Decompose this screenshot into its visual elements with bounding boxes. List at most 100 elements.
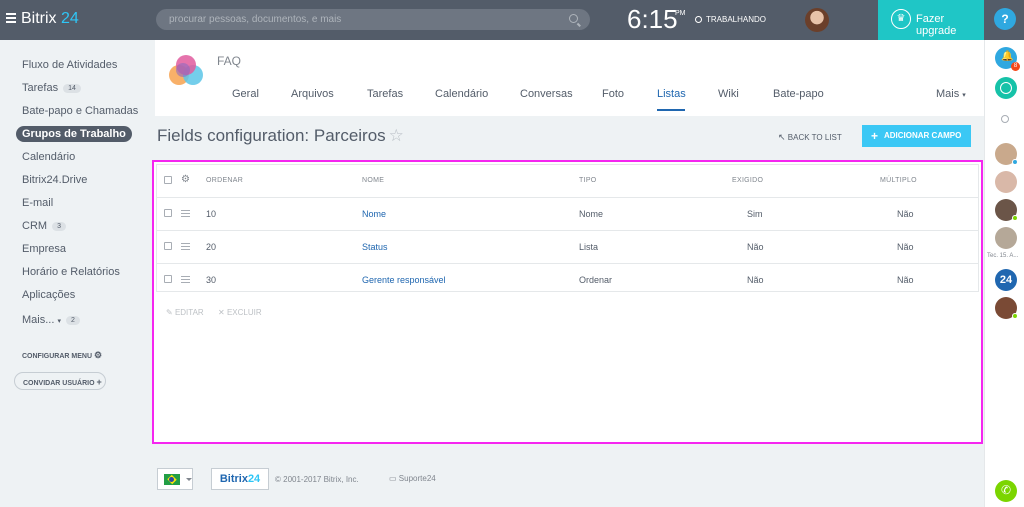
cell-name-link[interactable]: Gerente responsável bbox=[362, 275, 446, 285]
work-status-label: TRABALHANDO bbox=[706, 15, 767, 24]
footer-logo-name: Bitrix bbox=[219, 473, 248, 485]
group-name[interactable]: FAQ bbox=[217, 54, 241, 68]
star-icon[interactable]: ☆ bbox=[389, 126, 404, 145]
table-row[interactable]: 30 Gerente responsável Ordenar Não Não bbox=[157, 264, 978, 297]
tab-photo[interactable]: Foto bbox=[602, 88, 624, 100]
tab-wiki[interactable]: Wiki bbox=[718, 88, 739, 100]
phone-icon[interactable]: ✆ bbox=[995, 480, 1017, 502]
search-input[interactable]: procurar pessoas, documentos, e mais bbox=[156, 9, 590, 30]
help-button[interactable]: ? bbox=[994, 8, 1016, 30]
notifications-bell-icon[interactable]: 🔔 8 bbox=[995, 47, 1020, 71]
group-logo-icon[interactable] bbox=[167, 53, 205, 89]
nav-item-chat[interactable]: Bate-papo e Chamadas bbox=[22, 105, 138, 117]
drag-handle-icon[interactable] bbox=[181, 243, 190, 252]
nav-label: Calendário bbox=[22, 151, 76, 163]
work-status[interactable]: TRABALHANDO bbox=[695, 15, 766, 24]
clock[interactable]: 6:15 bbox=[627, 4, 678, 35]
tab-chat[interactable]: Bate-papo bbox=[773, 88, 824, 100]
online-dot bbox=[1012, 215, 1018, 221]
cell-type: Lista bbox=[579, 242, 599, 252]
tab-files[interactable]: Arquivos bbox=[291, 88, 334, 100]
top-bar: Bitrix 24 procurar pessoas, documentos, … bbox=[0, 0, 1024, 40]
tab-more[interactable]: Mais ▾ bbox=[936, 88, 966, 100]
nav-item-workgroups[interactable]: Grupos de Trabalho bbox=[16, 126, 132, 142]
nav-item-calendar[interactable]: Calendário bbox=[22, 151, 75, 163]
tab-tasks[interactable]: Tarefas bbox=[367, 88, 403, 100]
brazil-flag-icon bbox=[164, 474, 180, 485]
bitrix24-bot-icon[interactable]: 24 bbox=[995, 269, 1017, 291]
contact-avatar[interactable] bbox=[995, 143, 1018, 165]
nav-item-applications[interactable]: Aplicações bbox=[22, 289, 75, 301]
nav-label: Mais... bbox=[22, 314, 55, 326]
nav-item-company[interactable]: Empresa bbox=[22, 243, 66, 255]
search-icon[interactable] bbox=[995, 110, 1017, 132]
user-avatar[interactable] bbox=[805, 8, 829, 32]
nav-item-activity-stream[interactable]: Fluxo de Atividades bbox=[22, 59, 117, 71]
contact-avatar[interactable] bbox=[995, 297, 1018, 319]
cell-order: 10 bbox=[206, 209, 217, 219]
pencil-icon: ✎ bbox=[166, 308, 173, 317]
tab-lists[interactable]: Listas bbox=[657, 88, 686, 100]
gear-icon: ⚙ bbox=[93, 350, 103, 360]
edit-button[interactable]: ✎ EDITAR bbox=[166, 308, 204, 317]
messenger-icon[interactable] bbox=[995, 77, 1017, 99]
row-checkbox[interactable] bbox=[164, 275, 172, 283]
chat-icon: ▭ bbox=[389, 474, 397, 483]
row-checkbox[interactable] bbox=[164, 242, 172, 250]
configure-menu-button[interactable]: CONFIGURAR MENU ⚙ bbox=[22, 350, 102, 361]
invite-users-button[interactable]: CONVIDAR USUÁRIO + bbox=[14, 372, 106, 390]
column-header-type[interactable]: TIPO bbox=[579, 177, 597, 184]
tab-conversations[interactable]: Conversas bbox=[520, 88, 573, 100]
cell-multiple: Não bbox=[897, 242, 914, 252]
delete-label: EXCLUIR bbox=[226, 308, 262, 317]
nav-label: Bitrix24.Drive bbox=[22, 174, 88, 186]
cell-required: Sim bbox=[747, 209, 763, 219]
delete-button[interactable]: ✕ EXCLUIR bbox=[218, 308, 262, 317]
online-dot bbox=[1012, 313, 1018, 319]
support-link[interactable]: ▭ Suporte24 bbox=[389, 474, 436, 483]
footer-bitrix-logo[interactable]: Bitrix24 bbox=[211, 468, 269, 490]
drag-handle-icon[interactable] bbox=[181, 210, 190, 219]
drag-handle-icon[interactable] bbox=[181, 276, 190, 285]
column-header-multiple[interactable]: MÚLTIPLO bbox=[880, 177, 917, 184]
nav-item-more[interactable]: Mais... ▾ 2 bbox=[22, 314, 80, 326]
back-to-list-button[interactable]: ↖ BACK TO LIST bbox=[778, 132, 842, 143]
nav-label: Tarefas bbox=[22, 82, 59, 94]
nav-item-tasks[interactable]: Tarefas 14 bbox=[22, 82, 81, 94]
gear-icon[interactable]: ⚙ bbox=[181, 174, 190, 185]
cell-name-link[interactable]: Nome bbox=[362, 209, 386, 219]
column-header-order[interactable]: ORDENAR bbox=[206, 177, 243, 184]
language-selector[interactable] bbox=[157, 468, 193, 490]
column-header-required[interactable]: EXIGIDO bbox=[732, 177, 763, 184]
main-content: FAQ Geral Arquivos Tarefas Calendário Co… bbox=[152, 40, 984, 507]
nav-item-drive[interactable]: Bitrix24.Drive bbox=[22, 174, 87, 186]
search-placeholder: procurar pessoas, documentos, e mais bbox=[169, 14, 342, 25]
magnifier bbox=[1001, 115, 1009, 123]
chevron-down-icon: ▾ bbox=[57, 318, 61, 325]
nav-item-email[interactable]: E-mail bbox=[22, 197, 53, 209]
count-badge: 2 bbox=[65, 316, 80, 325]
upgrade-button[interactable]: ♛ Fazer upgrade bbox=[878, 0, 984, 40]
search-icon[interactable] bbox=[569, 14, 578, 23]
contact-avatar[interactable] bbox=[995, 227, 1017, 249]
nav-item-crm[interactable]: CRM 3 bbox=[22, 220, 66, 232]
add-field-button[interactable]: + ADICIONAR CAMPO bbox=[862, 125, 971, 147]
contact-avatar[interactable] bbox=[995, 171, 1017, 193]
cell-name-link[interactable]: Status bbox=[362, 242, 388, 252]
table-row[interactable]: 20 Status Lista Não Não bbox=[157, 231, 978, 264]
support-label: Suporte24 bbox=[398, 474, 436, 483]
column-header-name[interactable]: NOME bbox=[362, 177, 384, 184]
bitrix-logo[interactable]: Bitrix 24 bbox=[21, 10, 79, 28]
table-row[interactable]: 10 Nome Nome Sim Não bbox=[157, 198, 978, 231]
tab-general[interactable]: Geral bbox=[232, 88, 259, 100]
tab-calendar[interactable]: Calendário bbox=[435, 88, 488, 100]
contact-avatar[interactable] bbox=[995, 199, 1018, 221]
menu-icon[interactable] bbox=[6, 13, 16, 25]
crown-icon: ♛ bbox=[891, 9, 911, 29]
select-all-checkbox[interactable] bbox=[164, 176, 172, 184]
nav-item-time-reports[interactable]: Horário e Relatórios bbox=[22, 266, 120, 278]
page-title-text: Fields configuration: Parceiros bbox=[157, 126, 386, 145]
phone-glyph: ✆ bbox=[1001, 483, 1012, 497]
logo-name: Bitrix bbox=[21, 10, 57, 27]
row-checkbox[interactable] bbox=[164, 209, 172, 217]
